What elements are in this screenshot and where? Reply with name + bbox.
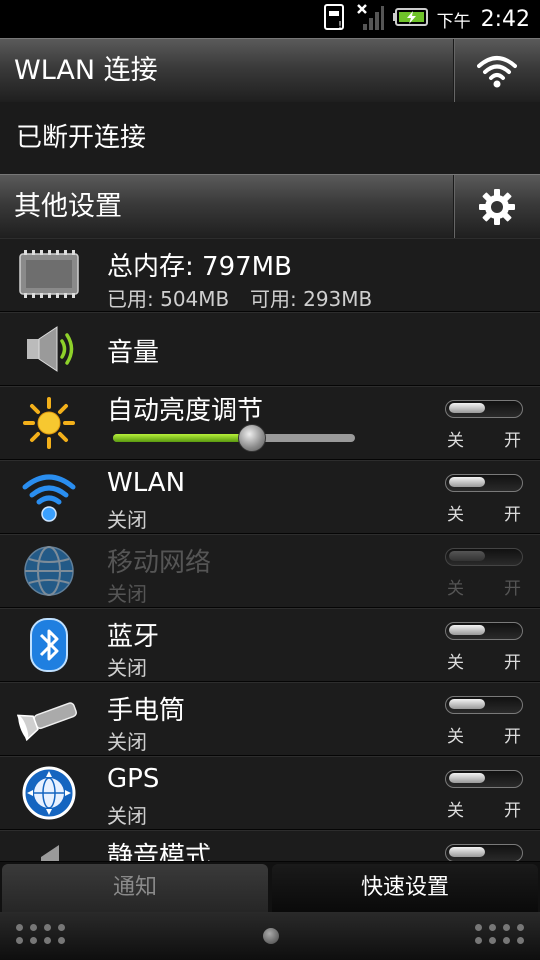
silent-mode-toggle-knob[interactable]	[449, 847, 485, 857]
toggle-off-label: 关	[447, 727, 464, 747]
gps-toggle-track[interactable]	[445, 770, 523, 788]
gps-title: GPS	[107, 764, 160, 794]
volume-row[interactable]: 音量	[0, 312, 540, 386]
gps-icon	[14, 761, 84, 825]
flashlight-toggle-track[interactable]	[445, 696, 523, 714]
wlan-state: 关闭	[107, 508, 147, 532]
wlan-status-row: 已断开连接	[0, 102, 540, 174]
flashlight-row[interactable]: 手电筒 关闭 关开	[0, 682, 540, 756]
status-ampm: 下午	[436, 11, 471, 32]
wlan-icon	[14, 465, 84, 529]
bluetooth-icon	[14, 613, 84, 677]
silent-mode-toggle[interactable]	[445, 844, 523, 861]
brightness-slider[interactable]	[113, 424, 355, 452]
silent-mode-row[interactable]: 静音模式	[0, 830, 540, 862]
wlan-connection-header: WLAN 连接	[0, 38, 540, 103]
brightness-slider-fill	[113, 434, 251, 442]
silent-mode-toggle-track[interactable]	[445, 844, 523, 861]
sun-icon	[14, 391, 84, 455]
toggle-off-label: 关	[447, 431, 464, 451]
wlan-title: WLAN	[107, 468, 186, 498]
wlan-toggle[interactable]: 关开	[445, 474, 523, 525]
mobile-network-state: 关闭	[107, 582, 147, 606]
wlan-status-text: 已断开连接	[16, 123, 147, 153]
brightness-toggle-track[interactable]	[445, 400, 523, 418]
wlan-toggle-track[interactable]	[445, 474, 523, 492]
toggle-on-label: 开	[504, 505, 521, 525]
mobile-network-row: 移动网络 关闭 关开	[0, 534, 540, 608]
other-settings-header: 其他设置	[0, 174, 540, 239]
wlan-header-title: WLAN 连接	[14, 55, 158, 86]
flashlight-title: 手电筒	[107, 696, 186, 726]
other-settings-title: 其他设置	[14, 191, 122, 222]
bluetooth-toggle-knob[interactable]	[449, 625, 485, 635]
no-signal-icon	[355, 2, 385, 36]
tab-quick-settings[interactable]: 快速设置	[272, 864, 538, 912]
brightness-toggle[interactable]: 关开	[445, 400, 523, 451]
status-bar: ! 下午 2:42	[0, 0, 540, 38]
wifi-icon	[477, 56, 517, 88]
bluetooth-row[interactable]: 蓝牙 关闭 关开	[0, 608, 540, 682]
globe-icon	[14, 539, 84, 603]
memory-available: 可用: 293MB	[250, 287, 373, 311]
flashlight-toggle-knob[interactable]	[449, 699, 485, 709]
wlan-settings-button[interactable]	[453, 39, 540, 103]
brightness-toggle-knob[interactable]	[449, 403, 485, 413]
status-time: 2:42	[480, 6, 530, 32]
gear-icon	[479, 189, 515, 225]
brightness-slider-thumb[interactable]	[237, 424, 266, 452]
toggle-off-label: 关	[447, 653, 464, 673]
flashlight-state: 关闭	[107, 730, 147, 754]
toggle-off-label: 关	[447, 579, 464, 599]
svg-text:!: !	[338, 20, 342, 31]
toggle-on-label: 开	[504, 579, 521, 599]
toggle-on-label: 开	[504, 727, 521, 747]
flashlight-icon	[14, 687, 84, 751]
grip-dots-right	[475, 924, 524, 944]
bluetooth-state: 关闭	[107, 656, 147, 680]
tab-notifications[interactable]: 通知	[2, 864, 268, 912]
other-settings-button[interactable]	[453, 175, 540, 239]
gps-state: 关闭	[107, 804, 147, 828]
brightness-title: 自动亮度调节	[107, 396, 264, 426]
volume-title: 音量	[107, 338, 160, 368]
toggle-off-label: 关	[447, 801, 464, 821]
toggle-on-label: 开	[504, 431, 521, 451]
drawer-handle-bar[interactable]	[0, 912, 540, 960]
toggle-on-label: 开	[504, 653, 521, 673]
memory-chip-icon	[14, 242, 84, 306]
gps-toggle-knob[interactable]	[449, 773, 485, 783]
memory-total: 总内存: 797MB	[107, 252, 292, 282]
mobile-network-title: 移动网络	[107, 548, 212, 578]
silent-speaker-icon	[14, 835, 84, 861]
bluetooth-toggle[interactable]: 关开	[445, 622, 523, 673]
bluetooth-title: 蓝牙	[107, 622, 160, 652]
silent-mode-title: 静音模式	[107, 842, 212, 862]
sd-card-icon: !	[323, 3, 347, 35]
wlan-row[interactable]: WLAN 关闭 关开	[0, 460, 540, 534]
flashlight-toggle[interactable]: 关开	[445, 696, 523, 747]
gps-row[interactable]: GPS 关闭 关开	[0, 756, 540, 830]
bottom-tabs: 通知 快速设置	[0, 862, 540, 912]
mobile-network-toggle: 关开	[445, 548, 523, 599]
mobile-network-toggle-knob	[449, 551, 485, 561]
battery-charging-icon	[392, 7, 429, 31]
bluetooth-toggle-track[interactable]	[445, 622, 523, 640]
toggle-on-label: 开	[504, 801, 521, 821]
speaker-icon	[14, 317, 84, 381]
wlan-toggle-knob[interactable]	[449, 477, 485, 487]
mobile-network-toggle-track	[445, 548, 523, 566]
gps-toggle[interactable]: 关开	[445, 770, 523, 821]
memory-row[interactable]: 总内存: 797MB 已用: 504MB 可用: 293MB	[0, 238, 540, 312]
handle-dot-icon	[263, 928, 279, 944]
grip-dots-left	[16, 924, 65, 944]
toggle-off-label: 关	[447, 505, 464, 525]
memory-used: 已用: 504MB	[107, 287, 230, 311]
brightness-row: 自动亮度调节 关开	[0, 386, 540, 460]
